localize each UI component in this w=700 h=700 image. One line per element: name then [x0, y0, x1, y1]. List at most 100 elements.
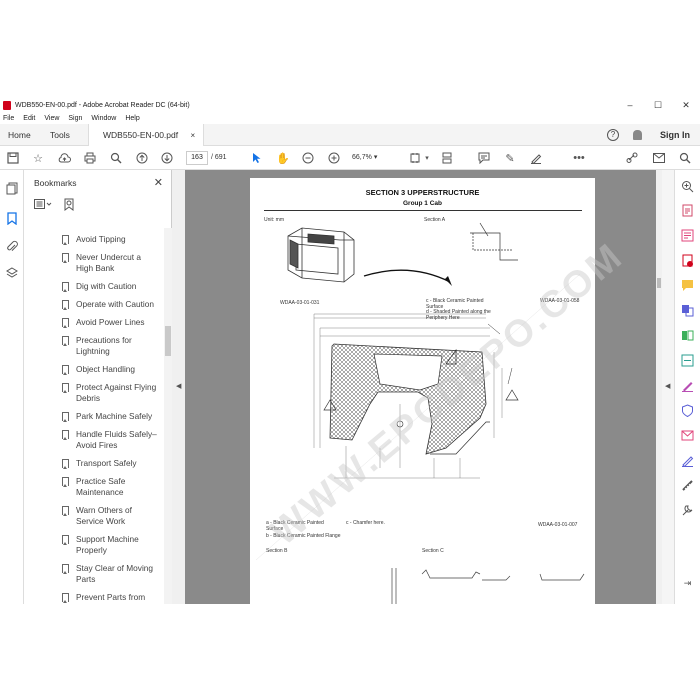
- cloud-upload-icon[interactable]: [57, 151, 71, 165]
- menu-help[interactable]: Help: [125, 115, 139, 122]
- bookmark-label: Prevent Parts from Flying: [76, 592, 146, 604]
- close-bookmarks-icon[interactable]: ✕: [154, 170, 163, 196]
- menu-file[interactable]: File: [3, 115, 14, 122]
- bookmark-item[interactable]: Precautions for Lightning: [24, 335, 164, 357]
- save-icon[interactable]: [6, 151, 20, 165]
- request-signatures-icon[interactable]: [681, 454, 694, 468]
- tab-bar: Home Tools WDB550-EN-00.pdf × ? Sign In: [0, 124, 700, 146]
- page-up-icon[interactable]: [135, 151, 149, 165]
- bookmarks-scrollbar[interactable]: [164, 228, 172, 604]
- help-icon[interactable]: ?: [607, 129, 619, 141]
- bookmark-options-icon[interactable]: [34, 199, 52, 211]
- bookmark-icon: [62, 593, 69, 603]
- notification-bell-icon[interactable]: [633, 130, 642, 140]
- scrollbar-thumb[interactable]: [165, 326, 171, 356]
- bookmark-item[interactable]: Protect Against Flying Debris: [24, 382, 164, 404]
- menu-window[interactable]: Window: [91, 115, 116, 122]
- print-icon[interactable]: [83, 151, 97, 165]
- zoom-select[interactable]: 66,7% ▾: [352, 151, 386, 165]
- layers-icon[interactable]: [5, 267, 19, 281]
- organize-pages-icon[interactable]: [681, 329, 694, 342]
- collapse-tools-icon[interactable]: ⇥: [681, 578, 694, 591]
- title-bar: WDB550-EN-00.pdf - Adobe Acrobat Reader …: [0, 98, 700, 112]
- note-d: d - Shaded Painted along the Periphery H…: [426, 309, 491, 321]
- bookmark-star-icon[interactable]: ☆: [31, 151, 45, 165]
- highlight-pen-icon[interactable]: ✎: [503, 151, 517, 165]
- bookmark-item[interactable]: Park Machine Safely: [24, 411, 164, 422]
- bookmark-item[interactable]: Practice Safe Maintenance: [24, 476, 164, 498]
- bookmark-item[interactable]: Object Handling: [24, 364, 164, 375]
- create-pdf-icon[interactable]: [681, 254, 694, 267]
- page-thumbnails-icon[interactable]: [5, 182, 19, 196]
- sign-icon[interactable]: [529, 151, 543, 165]
- page-number-input[interactable]: 163: [186, 151, 208, 165]
- comment-icon[interactable]: [477, 151, 491, 165]
- bookmark-item[interactable]: Prevent Parts from Flying: [24, 592, 164, 604]
- bookmark-item[interactable]: Dig with Caution: [24, 281, 164, 292]
- bookmark-item[interactable]: Stay Clear of Moving Parts: [24, 563, 164, 585]
- export-pdf-icon[interactable]: [681, 204, 694, 217]
- note-chamfer: c - Chamfer here.: [346, 520, 385, 526]
- sign-in-button[interactable]: Sign In: [660, 130, 690, 140]
- menu-sign[interactable]: Sign: [68, 115, 82, 122]
- measure-icon[interactable]: [681, 479, 694, 492]
- bookmark-icon: [62, 430, 69, 440]
- tab-close-icon[interactable]: ×: [191, 131, 196, 140]
- minimize-button[interactable]: –: [616, 98, 644, 112]
- protect-icon[interactable]: [681, 404, 694, 418]
- tab-tools[interactable]: Tools: [50, 124, 70, 146]
- share-link-icon[interactable]: [625, 151, 639, 165]
- comment-tool-icon[interactable]: [681, 279, 694, 292]
- search-icon[interactable]: [109, 151, 123, 165]
- bookmark-icon: [62, 235, 69, 245]
- bookmark-icon: [62, 459, 69, 469]
- bookmark-item[interactable]: Never Undercut a High Bank: [24, 252, 164, 274]
- more-tools-right-icon[interactable]: [681, 504, 694, 517]
- collapse-left-pane[interactable]: ◀: [172, 170, 185, 604]
- bookmark-icon: [62, 383, 69, 393]
- section-c-label: Section C: [422, 548, 444, 554]
- scrolling-mode-icon[interactable]: [440, 151, 454, 165]
- combine-files-icon[interactable]: [681, 304, 694, 317]
- bookmark-label: Never Undercut a High Bank: [76, 252, 142, 273]
- tab-document[interactable]: WDB550-EN-00.pdf ×: [88, 124, 205, 146]
- window-controls: – ☐ ✕: [616, 98, 700, 112]
- tab-home[interactable]: Home: [8, 124, 31, 146]
- bookmark-item[interactable]: Avoid Power Lines: [24, 317, 164, 328]
- scan-ocr-icon[interactable]: [681, 354, 694, 367]
- edit-pdf-icon[interactable]: [681, 229, 694, 242]
- fit-dropdown-icon[interactable]: ▾: [420, 151, 434, 165]
- bookmark-item[interactable]: Warn Others of Service Work: [24, 505, 164, 527]
- maximize-button[interactable]: ☐: [644, 98, 672, 112]
- bookmark-item[interactable]: Handle Fluids Safely–Avoid Fires: [24, 429, 164, 451]
- page-total: / 691: [211, 154, 227, 161]
- select-cursor-icon[interactable]: [250, 151, 264, 165]
- bookmark-item[interactable]: Operate with Caution: [24, 299, 164, 310]
- menu-view[interactable]: View: [44, 115, 59, 122]
- collapse-right-pane[interactable]: ◀: [662, 170, 674, 604]
- bookmark-label: Avoid Tipping: [76, 234, 126, 244]
- scrollbar-thumb[interactable]: [657, 278, 661, 288]
- attachments-icon[interactable]: [5, 240, 19, 254]
- fill-sign-icon[interactable]: [681, 379, 694, 392]
- bookmark-item[interactable]: Support Machine Properly: [24, 534, 164, 556]
- zoom-out-icon[interactable]: [301, 151, 315, 165]
- bookmark-item[interactable]: Avoid Tipping: [24, 234, 164, 245]
- hand-tool-icon[interactable]: ✋: [276, 151, 290, 165]
- bookmark-icon: [62, 535, 69, 545]
- page-down-icon[interactable]: [160, 151, 174, 165]
- zoom-in-icon[interactable]: [327, 151, 341, 165]
- find-bookmark-icon[interactable]: [64, 198, 76, 212]
- bookmarks-panel-icon[interactable]: [5, 212, 19, 226]
- email-icon[interactable]: [652, 151, 666, 165]
- more-tools-icon[interactable]: •••: [572, 151, 586, 165]
- zoom-tool-icon[interactable]: [681, 180, 694, 193]
- send-for-review-icon[interactable]: [681, 429, 694, 442]
- document-view[interactable]: SECTION 3 UPPERSTRUCTURE Group 1 Cab Uni…: [185, 170, 656, 604]
- close-window-button[interactable]: ✕: [672, 98, 700, 112]
- search-tools-icon[interactable]: [678, 151, 692, 165]
- bookmark-icon: [62, 564, 69, 574]
- bookmark-item[interactable]: Transport Safely: [24, 458, 164, 469]
- figure-id-3: WDAA-03-01-007: [538, 522, 578, 528]
- menu-edit[interactable]: Edit: [23, 115, 35, 122]
